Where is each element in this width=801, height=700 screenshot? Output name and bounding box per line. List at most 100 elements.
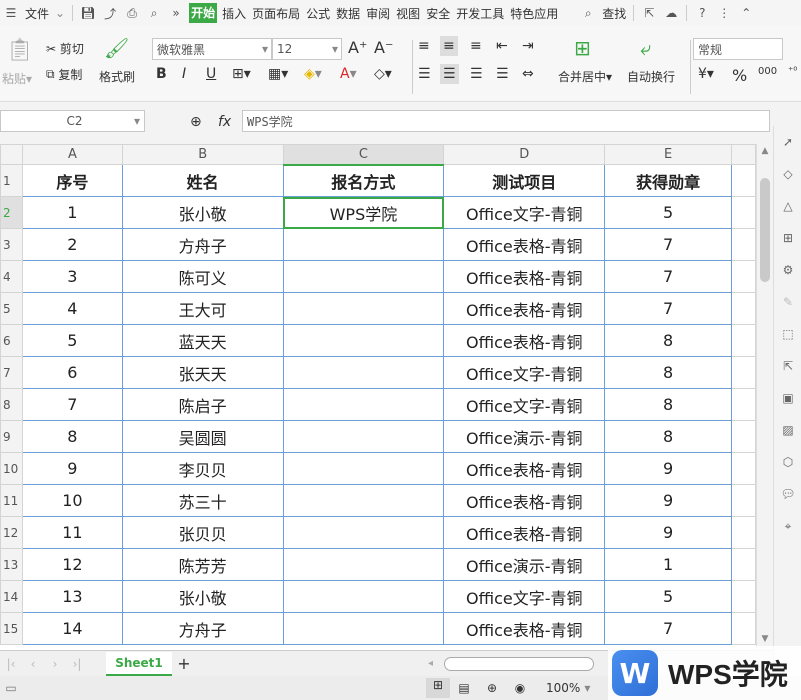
cell-d9[interactable]: Office演示-青铜 xyxy=(443,420,606,453)
cell-e12[interactable]: 9 xyxy=(604,516,733,549)
tab-developer[interactable]: 开发工具 xyxy=(453,5,507,22)
row-header[interactable]: 6 xyxy=(0,324,23,357)
align-right-icon[interactable]: ☰ xyxy=(470,66,483,82)
cell-f1[interactable] xyxy=(731,164,756,197)
shapes-icon[interactable]: ◇ xyxy=(774,158,801,190)
distribute-icon[interactable]: ⇔ xyxy=(522,66,534,82)
tab-special[interactable]: 特色应用 xyxy=(507,5,561,22)
cell-a14[interactable]: 13 xyxy=(21,580,123,613)
cell-e5[interactable]: 7 xyxy=(604,292,733,325)
cell-c8[interactable] xyxy=(282,388,445,421)
horizontal-scroll-thumb[interactable] xyxy=(444,656,594,671)
header-cell-c[interactable]: 报名方式 xyxy=(282,164,445,197)
scroll-down-icon[interactable]: ▼ xyxy=(759,634,771,644)
prev-sheet-icon[interactable]: ‹ xyxy=(22,657,44,671)
location-icon[interactable]: ⌖ xyxy=(774,510,801,542)
column-header-c[interactable]: C xyxy=(282,144,445,166)
row-header[interactable]: 5 xyxy=(0,292,23,325)
format-painter-icon[interactable]: 🖌︎ xyxy=(104,36,129,60)
cell-d3[interactable]: Office表格-青铜 xyxy=(443,228,606,261)
underline-icon[interactable]: U xyxy=(206,66,216,82)
thousands-icon[interactable]: 000 xyxy=(758,66,777,77)
cell-a8[interactable]: 7 xyxy=(21,388,123,421)
cell-e2[interactable]: 5 xyxy=(604,196,733,229)
zoom-formula-icon[interactable]: ⊕ xyxy=(190,114,202,130)
cell-f4[interactable] xyxy=(731,260,756,293)
cell-f5[interactable] xyxy=(731,292,756,325)
cell-c5[interactable] xyxy=(282,292,445,325)
cell-a12[interactable]: 11 xyxy=(21,516,123,549)
fill-color-icon[interactable]: ◈ ▾ xyxy=(304,66,322,82)
font-name-select[interactable]: 微软雅黑 ▾ xyxy=(152,38,272,60)
cell-b13[interactable]: 陈芳芳 xyxy=(121,548,284,581)
cell-d5[interactable]: Office表格-青铜 xyxy=(443,292,606,325)
cell-a5[interactable]: 4 xyxy=(21,292,123,325)
file-menu[interactable]: 文件 xyxy=(22,5,52,22)
chevron-down-icon[interactable]: ▾ xyxy=(584,681,590,695)
property-icon[interactable]: ⚙ xyxy=(774,254,801,286)
cell-f6[interactable] xyxy=(731,324,756,357)
bold-icon[interactable]: B xyxy=(156,66,167,82)
cell-b5[interactable]: 王大可 xyxy=(121,292,284,325)
number-format-select[interactable]: 常规 xyxy=(693,38,783,60)
cell-c10[interactable] xyxy=(282,452,445,485)
cell-f8[interactable] xyxy=(731,388,756,421)
italic-icon[interactable]: I xyxy=(182,66,186,82)
cell-c13[interactable] xyxy=(282,548,445,581)
align-center-icon[interactable]: ☰ xyxy=(440,64,459,84)
cell-c12[interactable] xyxy=(282,516,445,549)
first-sheet-icon[interactable]: |‹ xyxy=(0,657,22,671)
decimal-icon[interactable]: ⁺⁰ xyxy=(788,66,797,77)
style-icon[interactable]: △ xyxy=(774,190,801,222)
tab-data[interactable]: 数据 xyxy=(333,5,363,22)
row-header[interactable]: 8 xyxy=(0,388,23,421)
column-header-f[interactable] xyxy=(731,144,756,165)
cell-c11[interactable] xyxy=(282,484,445,517)
cell-b4[interactable]: 陈可义 xyxy=(121,260,284,293)
row-header[interactable]: 4 xyxy=(0,260,23,293)
font-size-select[interactable]: 12 ▾ xyxy=(272,38,342,60)
cell-d11[interactable]: Office表格-青铜 xyxy=(443,484,606,517)
cell-a15[interactable]: 14 xyxy=(21,612,123,645)
help-icon[interactable]: ? xyxy=(691,2,713,24)
tab-page-layout[interactable]: 页面布局 xyxy=(249,5,303,22)
row-header[interactable]: 2 xyxy=(0,196,23,229)
cell-d4[interactable]: Office表格-青铜 xyxy=(443,260,606,293)
macro-icon[interactable]: ▭ xyxy=(0,681,22,695)
cell-d15[interactable]: Office表格-青铜 xyxy=(443,612,606,645)
cell-c7[interactable] xyxy=(282,356,445,389)
cell-b7[interactable]: 张天天 xyxy=(121,356,284,389)
row-header[interactable]: 3 xyxy=(0,228,23,261)
add-sheet-button[interactable]: + xyxy=(172,654,196,673)
cell-f7[interactable] xyxy=(731,356,756,389)
decrease-font-icon[interactable]: A⁻ xyxy=(374,38,393,57)
table-icon[interactable]: ⊞ xyxy=(774,222,801,254)
paste-icon[interactable]: 📋︎ xyxy=(6,38,34,63)
cell-a10[interactable]: 9 xyxy=(21,452,123,485)
justify-icon[interactable]: ☰ xyxy=(496,66,509,82)
image-icon[interactable]: ▨ xyxy=(774,414,801,446)
print-icon[interactable]: ⎙ xyxy=(121,2,143,24)
search-icon[interactable]: ⌕ xyxy=(577,2,599,24)
tab-security[interactable]: 安全 xyxy=(423,5,453,22)
column-header-a[interactable]: A xyxy=(21,144,123,165)
cell-e3[interactable]: 7 xyxy=(604,228,733,261)
cell-d8[interactable]: Office文字-青铜 xyxy=(443,388,606,421)
header-cell-d[interactable]: 测试项目 xyxy=(443,164,606,197)
more-icon[interactable]: » xyxy=(165,2,187,24)
page-break-view-icon[interactable]: ⊕ xyxy=(478,681,506,695)
tab-home[interactable]: 开始 xyxy=(189,3,218,23)
merge-center-button[interactable]: 合并居中 ▾ xyxy=(558,68,612,85)
save-icon[interactable]: 💾︎ xyxy=(77,2,99,24)
align-top-icon[interactable]: ≡ xyxy=(418,38,430,54)
decrease-indent-icon[interactable]: ⇤ xyxy=(496,38,508,54)
cell-c2[interactable]: WPS学院 xyxy=(282,196,445,229)
cell-c15[interactable] xyxy=(282,612,445,645)
cell-f9[interactable] xyxy=(731,420,756,453)
column-header-d[interactable]: D xyxy=(443,144,606,165)
cell-a9[interactable]: 8 xyxy=(21,420,123,453)
cell-b9[interactable]: 吴圆圆 xyxy=(121,420,284,453)
wrap-text-button[interactable]: 自动换行 xyxy=(627,68,675,85)
column-header-b[interactable]: B xyxy=(121,144,284,165)
cell-f12[interactable] xyxy=(731,516,756,549)
